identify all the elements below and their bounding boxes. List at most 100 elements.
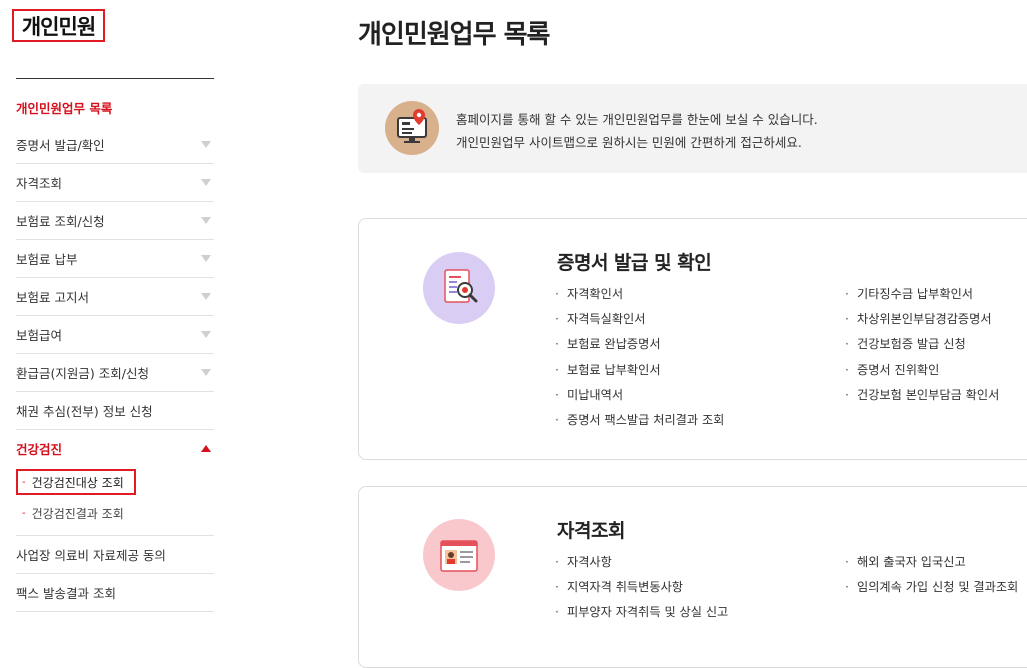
sidebar-item-label: 사업장 의료비 자료제공 동의 — [16, 548, 166, 563]
link-item[interactable]: · 지역자격 취득변동사항 — [555, 575, 728, 600]
link-label: 보험료 납부확인서 — [567, 362, 661, 377]
chevron-down-icon — [201, 179, 211, 186]
sidebar-item-premium-payment[interactable]: 보험료 납부 — [16, 240, 214, 278]
link-label: 건강보험 본인부담금 확인서 — [857, 387, 1000, 402]
sidebar-item-fax-result[interactable]: 팩스 발송결과 조회 — [16, 574, 214, 612]
sidebar-item-benefits[interactable]: 보험급여 — [16, 316, 214, 354]
sidebar-item-label: 자격조회 — [16, 176, 63, 191]
chevron-up-icon — [201, 445, 211, 452]
link-item[interactable]: · 건강보험증 발급 신청 — [845, 332, 999, 357]
chevron-down-icon — [201, 255, 211, 262]
link-label: 차상위본인부담경감증명서 — [857, 312, 992, 327]
link-item[interactable]: · 증명서 진위확인 — [845, 358, 999, 383]
sidebar-item-label: 보험급여 — [16, 328, 63, 343]
sidebar-subitem-label: 건강검진결과 조회 — [31, 506, 124, 521]
sidebar-title: 개인민원 — [12, 9, 105, 42]
sidebar-item-refund[interactable]: 환급금(지원금) 조회/신청 — [16, 354, 214, 392]
sidebar-item-label: 팩스 발송결과 조회 — [16, 586, 116, 601]
sidebar-item-label: 보험료 납부 — [16, 252, 78, 267]
sidebar-divider — [16, 78, 214, 79]
bullet-marker: · — [555, 555, 559, 569]
sidebar-item-certificates[interactable]: 증명서 발급/확인 — [16, 126, 214, 164]
bullet-marker: · — [845, 555, 849, 569]
sidebar-item-label: 보험료 조회/신청 — [16, 214, 105, 229]
link-item[interactable]: · 차상위본인부담경감증명서 — [845, 307, 999, 332]
bullet-marker: · — [555, 387, 559, 402]
link-label: 해외 출국자 입국신고 — [857, 555, 966, 569]
link-label: 임의계속 가입 신청 및 결과조회 — [857, 580, 1019, 595]
bullet-marker: · — [555, 580, 559, 595]
link-item[interactable]: · 미납내역서 — [555, 383, 724, 408]
link-item[interactable]: · 보험료 납부확인서 — [555, 358, 724, 383]
sidebar-subitem-checkup-target[interactable]: - 건강검진대상 조회 — [16, 469, 136, 495]
dash-marker: - — [22, 507, 26, 519]
link-item[interactable]: · 임의계속 가입 신청 및 결과조회 — [845, 575, 1018, 600]
link-list-right: · 해외 출국자 입국신고 · 임의계속 가입 신청 및 결과조회 — [845, 550, 1018, 600]
bullet-marker: · — [845, 287, 849, 301]
chevron-down-icon — [201, 217, 211, 224]
link-list-left: · 자격사항 · 지역자격 취득변동사항 · 피부양자 자격취득 및 상실 신고 — [555, 550, 728, 626]
sidebar-item-label: 채권 추심(전부) 정보 신청 — [16, 404, 153, 419]
sidebar-item-label: 환급금(지원금) 조회/신청 — [16, 366, 149, 381]
link-item[interactable]: · 해외 출국자 입국신고 — [845, 550, 1018, 575]
section-title: 자격조회 — [557, 520, 625, 542]
chevron-down-icon — [201, 293, 211, 300]
link-item[interactable]: · 피부양자 자격취득 및 상실 신고 — [555, 600, 728, 625]
link-label: 자격득실확인서 — [567, 312, 646, 327]
bullet-marker: · — [555, 312, 559, 327]
section-title: 증명서 발급 및 확인 — [557, 252, 712, 274]
section-card-qualification: 자격조회 · 자격사항 · 지역자격 취득변동사항 · 피부양자 자격취득 및 상실 … — [358, 486, 1027, 668]
bullet-marker: · — [555, 287, 559, 301]
monitor-location-icon — [385, 101, 439, 155]
sidebar-item-bond-collection[interactable]: 채권 추심(전부) 정보 신청 — [16, 392, 214, 430]
link-item[interactable]: · 건강보험 본인부담금 확인서 — [845, 383, 999, 408]
sidebar-submenu-container: - 건강검진대상 조회 - 건강검진결과 조회 — [16, 469, 214, 536]
bullet-marker: · — [845, 362, 849, 377]
sidebar-item-label: 건강검진 — [16, 442, 63, 457]
bullet-marker: · — [555, 412, 559, 427]
page-title: 개인민원업무 목록 — [358, 20, 550, 50]
sidebar-item-qualification[interactable]: 자격조회 — [16, 164, 214, 202]
info-text-line1: 홈페이지를 통해 할 수 있는 개인민원업무를 한눈에 보실 수 있습니다. — [456, 112, 818, 127]
sidebar-item-medical-data-consent[interactable]: 사업장 의료비 자료제공 동의 — [16, 536, 214, 574]
bullet-marker: · — [845, 337, 849, 352]
bullet-marker: · — [555, 362, 559, 377]
sidebar-item-label: 보험료 고지서 — [16, 290, 89, 305]
link-item[interactable]: · 자격확인서 — [555, 282, 724, 307]
sidebar-item-label: 증명서 발급/확인 — [16, 138, 105, 153]
sidebar-subitem-label: 건강검진대상 조회 — [31, 475, 124, 490]
sidebar-item-health-checkup[interactable]: 건강검진 — [16, 430, 214, 467]
chevron-down-icon — [201, 141, 211, 148]
sidebar-item-civil-list[interactable]: 개인민원업무 목록 — [16, 89, 214, 126]
sidebar-subitem-checkup-result[interactable]: - 건강검진결과 조회 — [16, 497, 214, 529]
link-label: 건강보험증 발급 신청 — [857, 337, 966, 352]
link-item[interactable]: · 자격득실확인서 — [555, 307, 724, 332]
link-label: 지역자격 취득변동사항 — [567, 580, 683, 595]
bullet-marker: · — [845, 312, 849, 327]
link-label: 피부양자 자격취득 및 상실 신고 — [567, 605, 729, 620]
link-label: 자격확인서 — [567, 287, 624, 301]
sidebar-submenu: - 건강검진대상 조회 - 건강검진결과 조회 — [16, 469, 214, 536]
bullet-marker: · — [555, 337, 559, 352]
sidebar-item-premium-bill[interactable]: 보험료 고지서 — [16, 278, 214, 316]
certificate-search-icon — [423, 252, 495, 324]
link-item[interactable]: · 기타징수금 납부확인서 — [845, 282, 999, 307]
bullet-marker: · — [555, 605, 559, 620]
link-item[interactable]: · 자격사항 — [555, 550, 728, 575]
sidebar-item-premium-inquiry[interactable]: 보험료 조회/신청 — [16, 202, 214, 240]
link-label: 자격사항 — [567, 555, 612, 569]
link-list-right: · 기타징수금 납부확인서 · 차상위본인부담경감증명서 · 건강보험증 발급 신청 … — [845, 282, 999, 408]
link-item[interactable]: · 증명서 팩스발급 처리결과 조회 — [555, 408, 724, 433]
sidebar-nav: 개인민원 개인민원업무 목록 증명서 발급/확인 자격조회 보험료 조회/신청 … — [0, 0, 215, 634]
chevron-down-icon — [201, 369, 211, 376]
link-item[interactable]: · 보험료 완납증명서 — [555, 332, 724, 357]
bullet-marker: · — [845, 387, 849, 402]
link-label: 기타징수금 납부확인서 — [857, 287, 973, 301]
link-label: 증명서 팩스발급 처리결과 조회 — [567, 412, 725, 427]
info-banner: 홈페이지를 통해 할 수 있는 개인민원업무를 한눈에 보실 수 있습니다. 개… — [358, 84, 1027, 173]
id-card-icon — [423, 519, 495, 591]
section-card-certificates: 증명서 발급 및 확인 · 자격확인서 · 자격득실확인서 · 보험료 완납증명서 ·… — [358, 218, 1027, 460]
chevron-down-icon — [201, 331, 211, 338]
sidebar-menu: 개인민원업무 목록 증명서 발급/확인 자격조회 보험료 조회/신청 보험료 납… — [16, 89, 214, 612]
link-label: 보험료 완납증명서 — [567, 337, 661, 352]
